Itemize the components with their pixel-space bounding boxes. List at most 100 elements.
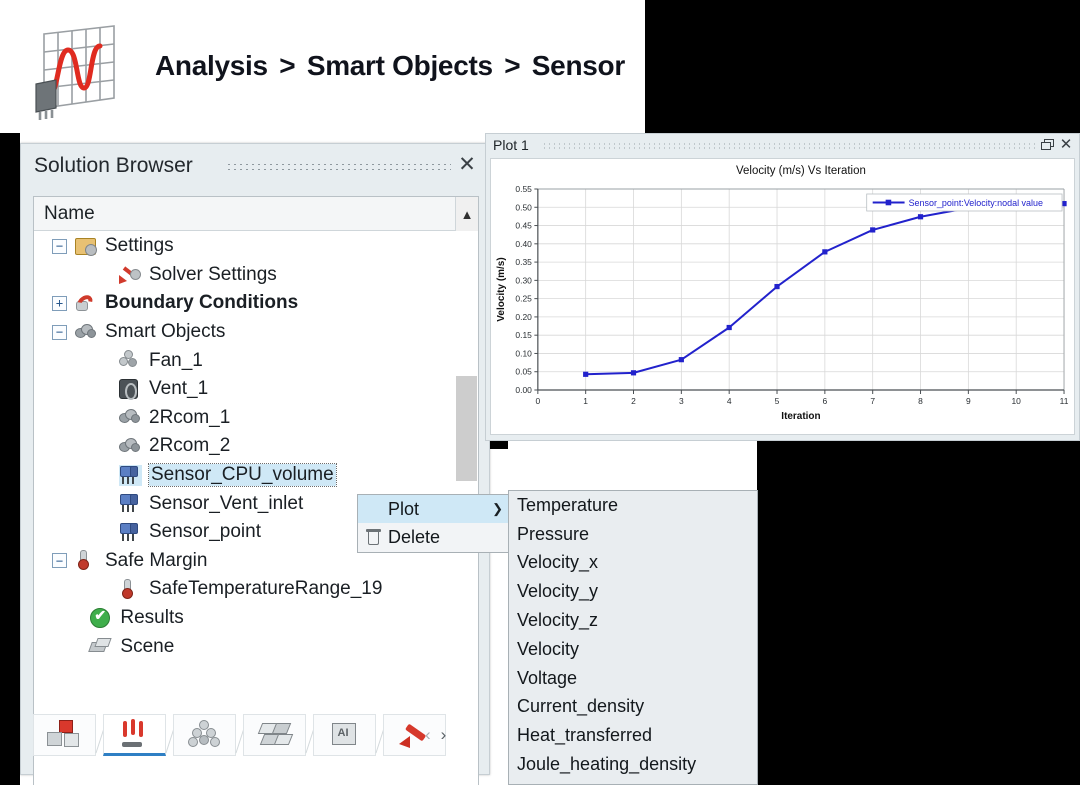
plot-submenu-item-label: Velocity_x	[517, 552, 599, 573]
folder-settings-icon	[75, 236, 98, 257]
tab-next-icon[interactable]: ›	[441, 725, 447, 745]
x-tick-label: 8	[918, 396, 923, 406]
context-menu-item-plot[interactable]: Plot ❯	[358, 495, 512, 523]
plot-submenu-item-label: Velocity	[517, 638, 580, 659]
x-tick-label: 11	[1060, 396, 1069, 406]
smart-objects-cloud-icon	[75, 322, 98, 343]
x-tick-label: 0	[535, 396, 540, 406]
legend-label: Sensor_point:Velocity:nodal value	[909, 198, 1043, 208]
tree-expander-collapse[interactable]: −	[52, 324, 67, 340]
plot-submenu-item-heat-transferred[interactable]: Heat_transferred	[509, 721, 757, 750]
float-restore-icon[interactable]	[1041, 139, 1055, 152]
velocity-vs-iteration-chart: Velocity (m/s) Vs Iteration 0.00 0.05 0.10 0…	[496, 165, 1069, 422]
plot-submenu: Temperature Pressure Velocity_x Velocity_y V…	[508, 490, 758, 785]
backdrop-bottom-right	[757, 441, 1080, 785]
smart-objects-cloud-icon	[119, 436, 142, 457]
fan-icon	[119, 350, 142, 371]
ai-cube-icon	[329, 720, 361, 750]
tree-item-2rcom-1[interactable]: 2Rcom_1	[34, 404, 455, 433]
series-marker	[917, 214, 924, 220]
x-tick-label: 7	[870, 396, 875, 406]
smart-objects-cloud-icon	[119, 407, 142, 428]
tree-container: Name ▲ − Settings Solver Settings + Boundary…	[33, 196, 479, 785]
close-icon[interactable]: ✕	[456, 154, 478, 177]
plot-submenu-item-velocity-x[interactable]: Velocity_x	[509, 549, 757, 578]
tree-expander-collapse[interactable]: −	[52, 238, 67, 254]
plot-submenu-item-label: Pressure	[517, 523, 590, 544]
drag-grip[interactable]	[226, 162, 451, 173]
plot-submenu-item-label: Velocity_y	[517, 581, 599, 602]
plot-submenu-item-current-density[interactable]: Current_density	[509, 693, 757, 722]
tree-expander-expand[interactable]: +	[52, 295, 67, 311]
ai-cube-tab[interactable]	[313, 714, 376, 756]
panel-title: Solution Browser	[34, 154, 193, 177]
tree-item-vent-1[interactable]: Vent_1	[34, 375, 455, 404]
tree-item-label: Sensor_point	[149, 521, 261, 543]
series-marker	[726, 324, 732, 331]
tree-item-results[interactable]: Results	[34, 604, 455, 633]
bottom-tab-strip: ‹ ›	[33, 714, 479, 758]
solution-browser-titlebar[interactable]: Solution Browser ✕	[21, 144, 489, 190]
series-marker	[870, 227, 876, 233]
tree-item-settings[interactable]: − Settings	[34, 232, 455, 261]
plot-submenu-item-joule-heating-density[interactable]: Joule_heating_density	[509, 750, 757, 779]
y-tick-label: 0.00	[515, 385, 532, 395]
plot-submenu-item-label: Heat_transferred	[517, 725, 653, 746]
series-marker	[583, 371, 589, 377]
tab-prev-icon[interactable]: ‹	[425, 725, 431, 745]
trash-icon	[358, 529, 388, 545]
tree-item-solver-settings[interactable]: Solver Settings	[34, 261, 455, 290]
safe-margin-thermometer-icon	[119, 578, 142, 600]
breadcrumb-item-smart-objects[interactable]: Smart Objects	[307, 50, 493, 81]
backdrop-mid-gap	[490, 441, 508, 449]
breadcrumb-item-sensor[interactable]: Sensor	[532, 50, 625, 81]
solid-blocks-tab[interactable]	[33, 714, 96, 756]
tree-item-fan-1[interactable]: Fan_1	[34, 346, 455, 375]
x-axis-label: Iteration	[781, 411, 820, 422]
x-tick-label: 6	[822, 396, 827, 406]
backdrop-top-right	[645, 0, 1080, 133]
plot-submenu-item-temperature[interactable]: Temperature	[509, 491, 757, 520]
scene-icon	[88, 636, 113, 657]
plot-panel: Plot 1 ✕ Velocity (m/s) Vs Iteration 0.00…	[485, 133, 1080, 441]
context-menu-item-delete-label: Delete	[388, 526, 441, 547]
particles-tab[interactable]	[173, 714, 236, 756]
series-marker	[774, 283, 780, 290]
particles-icon	[187, 720, 222, 750]
tree-item-label: Safe Margin	[105, 549, 208, 571]
plot-title: Plot 1	[493, 137, 529, 153]
vent-icon	[119, 378, 142, 400]
tree-item-safetemperaturerange-19[interactable]: SafeTemperatureRange_19	[34, 575, 455, 604]
tree-item-scene[interactable]: Scene	[34, 632, 455, 661]
y-tick-label: 0.35	[515, 257, 532, 267]
backdrop-left-strip	[0, 133, 20, 785]
plot-drag-grip[interactable]	[542, 142, 1035, 151]
vscroll-thumb[interactable]	[456, 376, 477, 481]
plot-submenu-item-label: Temperature	[517, 494, 619, 515]
plot-submenu-item-velocity-y[interactable]: Velocity_y	[509, 577, 757, 606]
plot-titlebar[interactable]: Plot 1 ✕	[486, 134, 1079, 158]
plot-submenu-item-velocity-z[interactable]: Velocity_z	[509, 606, 757, 635]
chart-canvas: Velocity (m/s) Vs Iteration 0.00 0.05 0.10 0…	[490, 158, 1075, 435]
tree-item-2rcom-2[interactable]: 2Rcom_2	[34, 432, 455, 461]
plot-submenu-item-pressure[interactable]: Pressure	[509, 520, 757, 549]
tree-item-smart-objects[interactable]: − Smart Objects	[34, 318, 455, 347]
tree-item-label: Solver Settings	[149, 263, 277, 285]
plot-close-icon[interactable]: ✕	[1058, 136, 1074, 154]
scroll-up-icon[interactable]: ▲	[455, 197, 478, 231]
tree-item-sensor-cpu-volume[interactable]: Sensor_CPU_volume	[34, 461, 455, 490]
mesh-panels-icon	[257, 721, 293, 749]
tree-column-header: Name ▲	[34, 197, 478, 231]
plot-submenu-item-velocity[interactable]: Velocity	[509, 635, 757, 664]
y-tick-label: 0.20	[515, 312, 532, 322]
tree-item-label: Sensor_Vent_inlet	[149, 492, 304, 514]
mesh-tab[interactable]	[243, 714, 306, 756]
thermal-tab[interactable]	[103, 714, 166, 756]
legend-marker-swatch	[885, 199, 892, 206]
x-tick-label: 5	[775, 396, 780, 406]
context-menu-item-delete[interactable]: Delete	[358, 523, 512, 551]
tree-item-boundary-conditions[interactable]: + Boundary Conditions	[34, 289, 455, 318]
tree-expander-collapse[interactable]: −	[52, 553, 67, 569]
breadcrumb-item-analysis[interactable]: Analysis	[155, 50, 268, 81]
plot-submenu-item-voltage[interactable]: Voltage	[509, 664, 757, 693]
